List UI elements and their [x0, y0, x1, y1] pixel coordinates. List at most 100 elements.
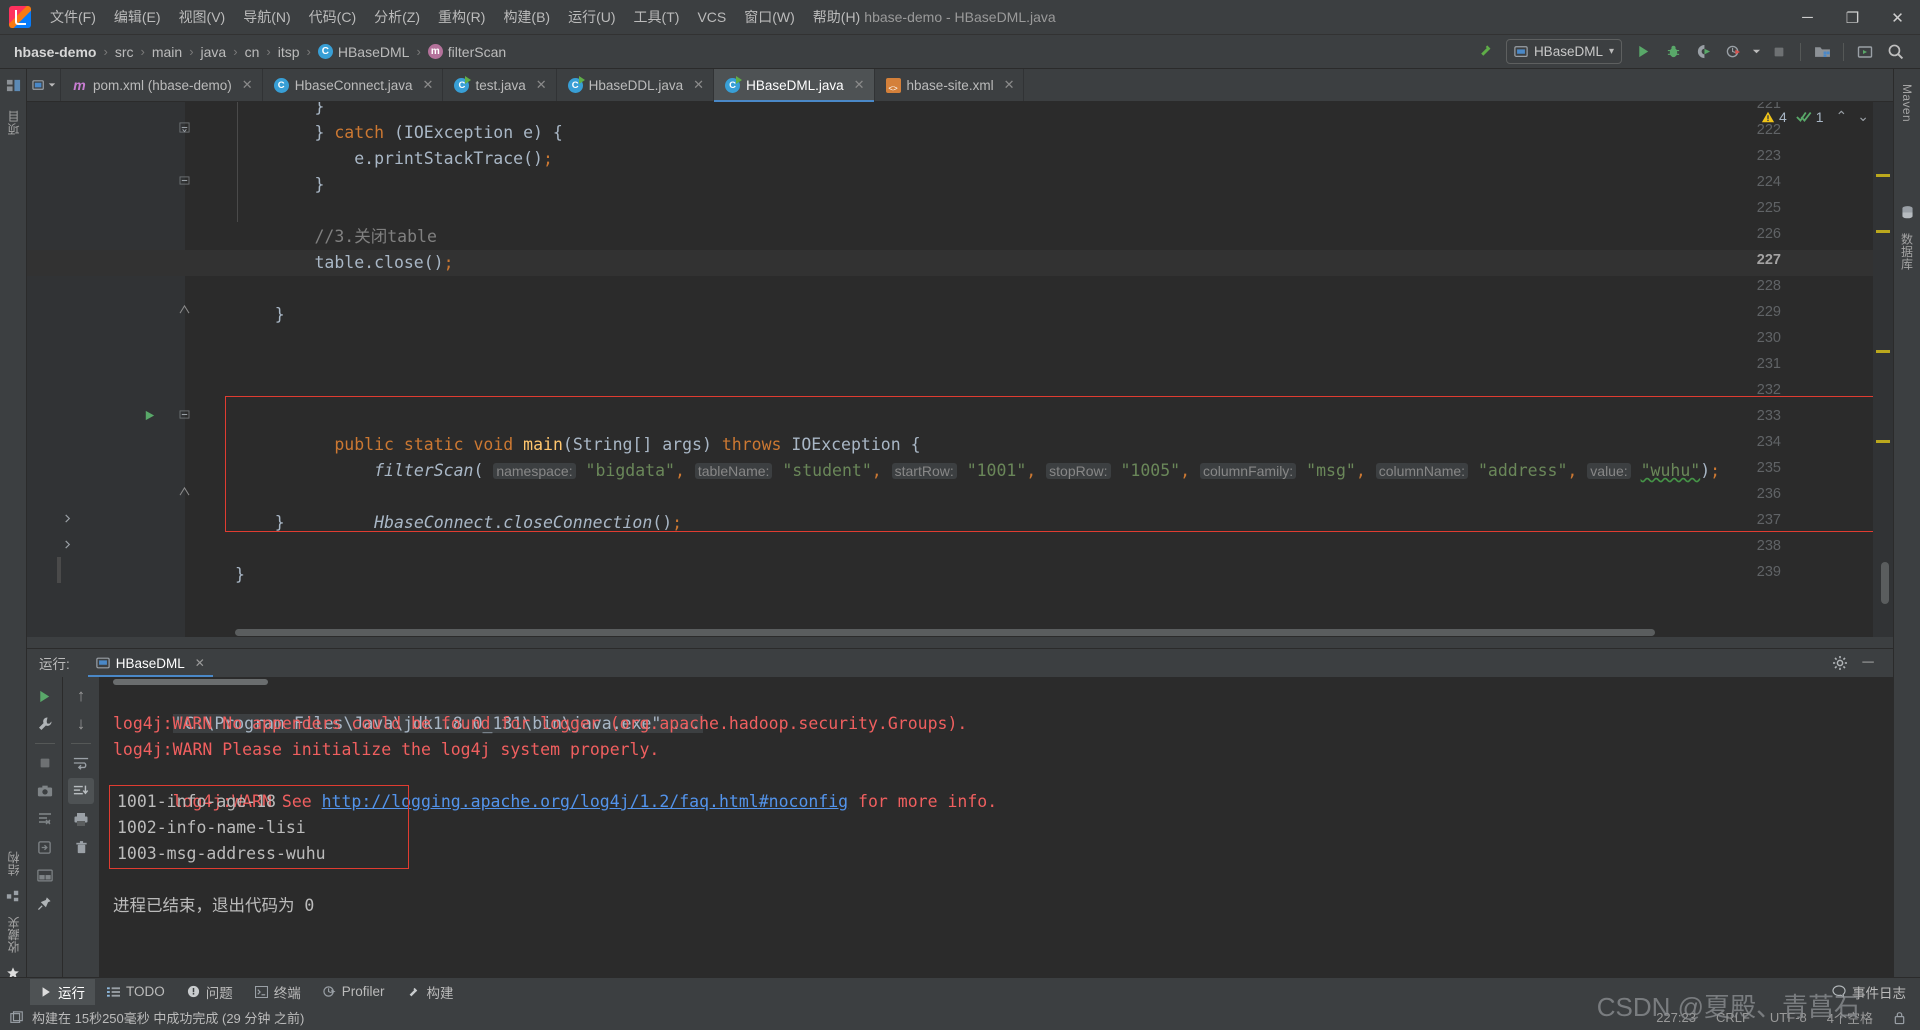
- tab-hbasedml-java[interactable]: C HBaseDML.java ✕: [714, 69, 875, 102]
- file-encoding[interactable]: UTF-8: [1770, 1010, 1807, 1025]
- indent-setting[interactable]: 4个空格: [1827, 1008, 1873, 1027]
- clear-all-button[interactable]: [68, 834, 94, 860]
- chevron-up-icon[interactable]: ⌃: [1836, 108, 1848, 125]
- breadcrumb-item-java[interactable]: java: [201, 44, 227, 60]
- tab-hbase-site-xml[interactable]: <> hbase-site.xml ✕: [875, 69, 1025, 101]
- breadcrumb-item-itsp[interactable]: itsp: [278, 44, 300, 60]
- profiler-button[interactable]: [1719, 39, 1747, 65]
- tool-window-todo[interactable]: TODO: [97, 979, 175, 1005]
- scroll-to-end-button[interactable]: [68, 778, 94, 804]
- debug-button[interactable]: [1659, 39, 1687, 65]
- close-icon[interactable]: ✕: [854, 77, 865, 93]
- close-icon[interactable]: ✕: [1004, 77, 1015, 93]
- resume-button[interactable]: [32, 834, 58, 860]
- stop-button[interactable]: [32, 750, 58, 776]
- close-icon[interactable]: ✕: [195, 656, 205, 670]
- breadcrumb-item-class[interactable]: C HBaseDML: [317, 44, 409, 60]
- menu-code[interactable]: 代码(C): [300, 3, 365, 31]
- status-message-area[interactable]: 构建在 15秒250毫秒 中成功完成 (29 分钟 之前): [10, 1008, 304, 1027]
- code-editor[interactable]: 221 222 223 224 225 226 227 228 229 230 …: [27, 102, 1893, 637]
- menu-tools[interactable]: 工具(T): [625, 3, 689, 31]
- breadcrumb-item-project[interactable]: hbase-demo: [14, 44, 96, 60]
- code-text[interactable]: } } catch (IOException e) { e.printStack…: [185, 102, 1893, 637]
- soft-wrap-button[interactable]: [68, 750, 94, 776]
- minimize-button[interactable]: ─: [1785, 0, 1830, 35]
- expand-icon[interactable]: [63, 514, 72, 523]
- menu-edit[interactable]: 编辑(E): [105, 3, 170, 31]
- error-stripe-gutter[interactable]: [1873, 102, 1893, 637]
- stop-button[interactable]: [1765, 39, 1793, 65]
- editor-horizontal-scrollbar[interactable]: [185, 628, 1873, 637]
- close-icon[interactable]: ✕: [242, 77, 253, 93]
- rerun-button[interactable]: [32, 683, 58, 709]
- database-icon[interactable]: [1900, 199, 1915, 226]
- sidebar-item-structure[interactable]: 结构: [5, 844, 22, 883]
- structure-icon[interactable]: [6, 883, 20, 909]
- menu-analyze[interactable]: 分析(Z): [365, 3, 429, 31]
- run-gutter-icon[interactable]: [143, 409, 156, 422]
- close-icon[interactable]: ✕: [693, 77, 704, 93]
- project-structure-button[interactable]: [1808, 39, 1836, 65]
- tool-window-build[interactable]: 构建: [397, 979, 464, 1005]
- run-with-coverage-button[interactable]: [1689, 39, 1717, 65]
- run-button[interactable]: [1629, 39, 1657, 65]
- search-everywhere-button[interactable]: [1881, 39, 1909, 65]
- chevron-down-icon[interactable]: ⌄: [1857, 108, 1869, 125]
- console-output[interactable]: "C:\Program Files\Java\jdk1.8.0_131\bin\…: [99, 677, 1893, 985]
- sidebar-item-maven[interactable]: Maven: [1900, 77, 1914, 129]
- menu-view[interactable]: 视图(V): [170, 3, 235, 31]
- breadcrumb-item-cn[interactable]: cn: [245, 44, 260, 60]
- print-button[interactable]: [68, 806, 94, 832]
- breadcrumb-item-method[interactable]: m filterScan: [427, 44, 506, 60]
- camera-button[interactable]: [32, 778, 58, 804]
- expand-icon[interactable]: [63, 540, 72, 549]
- menu-file[interactable]: 文件(F): [41, 3, 105, 31]
- minimize-tool-window-button[interactable]: ─: [1855, 650, 1881, 676]
- tab-hbaseconnect-java[interactable]: C HbaseConnect.java ✕: [263, 69, 444, 101]
- tab-hbaseddl-java[interactable]: C HbaseDDL.java ✕: [557, 69, 715, 101]
- menu-navigate[interactable]: 导航(N): [234, 3, 299, 31]
- inspection-widget[interactable]: 4 1 ⌃ ⌄: [1761, 108, 1869, 125]
- menu-refactor[interactable]: 重构(R): [429, 3, 494, 31]
- project-toolwindow-icon[interactable]: [6, 69, 21, 99]
- close-icon[interactable]: ✕: [423, 77, 434, 93]
- tab-pom-xml[interactable]: m pom.xml (hbase-demo) ✕: [61, 69, 263, 101]
- sidebar-item-favorites[interactable]: 收藏夹: [5, 909, 22, 960]
- build-hammer-icon[interactable]: [1473, 39, 1501, 65]
- breadcrumb-item-main[interactable]: main: [152, 44, 182, 60]
- editor-vertical-scrollbar[interactable]: [1881, 562, 1889, 604]
- menu-help[interactable]: 帮助(H): [804, 3, 869, 31]
- breadcrumb-item-src[interactable]: src: [115, 44, 134, 60]
- select-in-button[interactable]: [1851, 39, 1879, 65]
- edit-configuration-button[interactable]: [32, 711, 58, 737]
- tool-window-problems[interactable]: 问题: [177, 979, 243, 1005]
- tool-window-terminal[interactable]: 终端: [245, 979, 311, 1005]
- line-separator[interactable]: CRLF: [1716, 1010, 1750, 1025]
- editor-gutter[interactable]: [27, 102, 185, 637]
- caret-position[interactable]: 227:23: [1656, 1010, 1696, 1025]
- tool-window-profiler[interactable]: Profiler: [313, 979, 395, 1005]
- chevron-down-icon[interactable]: [1749, 39, 1763, 65]
- tab-test-java[interactable]: C test.java ✕: [443, 69, 557, 101]
- menu-vcs[interactable]: VCS: [688, 5, 735, 29]
- close-button[interactable]: ✕: [1875, 0, 1920, 35]
- maximize-button[interactable]: ❐: [1830, 0, 1875, 35]
- scrollbar-thumb[interactable]: [235, 629, 1655, 636]
- event-log-button[interactable]: 事件日志: [1832, 982, 1906, 1002]
- menu-run[interactable]: 运行(U): [559, 3, 624, 31]
- pin-button[interactable]: [32, 890, 58, 916]
- sidebar-item-database[interactable]: 数据库: [1899, 226, 1916, 277]
- lock-icon[interactable]: [1893, 1011, 1906, 1025]
- run-configuration-selector[interactable]: HBaseDML ▾: [1505, 39, 1622, 64]
- scroll-up-button[interactable]: ↑: [68, 683, 94, 709]
- close-icon[interactable]: ✕: [536, 77, 547, 93]
- sidebar-item-project[interactable]: 项目: [5, 103, 22, 142]
- scroll-down-button[interactable]: ↓: [68, 711, 94, 737]
- tool-window-run[interactable]: 运行: [30, 978, 95, 1005]
- run-tab-hbasedml[interactable]: HBaseDML ✕: [87, 653, 213, 677]
- gear-icon[interactable]: [1827, 650, 1853, 676]
- menu-window[interactable]: 窗口(W): [735, 3, 804, 31]
- menu-build[interactable]: 构建(B): [494, 3, 559, 31]
- layout-button[interactable]: [32, 862, 58, 888]
- dump-threads-button[interactable]: [32, 806, 58, 832]
